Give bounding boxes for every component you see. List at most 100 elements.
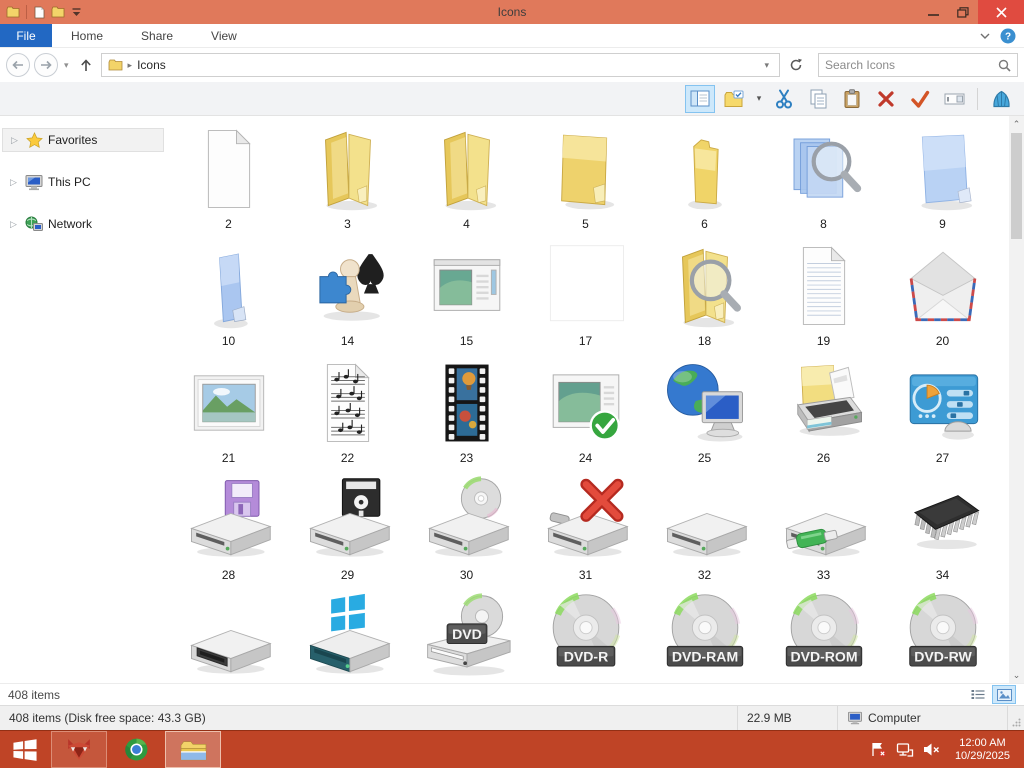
recent-locations-caret-icon[interactable]: ▾ [62, 60, 71, 71]
new-folder-dropdown-icon[interactable]: ▾ [753, 85, 765, 113]
taskbar-clock[interactable]: 12:00 AM 10/29/2025 [949, 737, 1016, 763]
file-item[interactable]: 32 [645, 473, 764, 590]
rename-field-button[interactable] [939, 85, 969, 113]
file-item[interactable]: 10 [169, 239, 288, 356]
scrollbar-thumb[interactable] [1011, 133, 1022, 239]
file-item[interactable]: 4 [407, 122, 526, 239]
help-icon[interactable]: ? [1000, 28, 1016, 44]
file-item-label: 20 [935, 334, 950, 348]
address-dropdown-caret-icon[interactable]: ▾ [760, 60, 773, 71]
sidebar-item-label: Favorites [48, 133, 98, 147]
expand-arrow-icon[interactable]: ▷ [10, 219, 20, 230]
file-item[interactable]: 28 [169, 473, 288, 590]
file-item[interactable]: 21 [169, 356, 288, 473]
file-item[interactable]: 31 [526, 473, 645, 590]
sidebar-item-favorites[interactable]: ▷ Favorites [2, 128, 164, 152]
file-item[interactable]: 19 [764, 239, 883, 356]
action-center-flag-icon[interactable] [870, 741, 887, 758]
apply-check-button[interactable] [905, 85, 935, 113]
vertical-scrollbar[interactable]: ⌃ ⌄ [1009, 116, 1024, 683]
tab-home[interactable]: Home [52, 24, 122, 47]
svg-text:DVD-ROM: DVD-ROM [790, 648, 857, 664]
delete-button[interactable] [871, 85, 901, 113]
network-tray-icon[interactable] [896, 742, 914, 758]
taskbar-browser-button[interactable] [108, 731, 164, 768]
search-box[interactable] [818, 53, 1018, 77]
resize-grip[interactable] [1008, 706, 1024, 730]
new-folder-button[interactable] [719, 85, 749, 113]
file-item[interactable]: 8 [764, 122, 883, 239]
tab-share[interactable]: Share [122, 24, 192, 47]
file-item[interactable]: 33 [764, 473, 883, 590]
file-item[interactable]: 34 [883, 473, 1002, 590]
file-item-label: 4 [463, 217, 470, 231]
file-item[interactable]: 2 [169, 122, 288, 239]
file-item[interactable]: DVD [407, 590, 526, 683]
tab-file[interactable]: File [0, 24, 52, 47]
thumbnail-view-button[interactable] [992, 685, 1016, 704]
minimize-ribbon-chevron-icon[interactable] [980, 33, 990, 39]
properties-icon[interactable] [33, 6, 45, 19]
file-item-label: 19 [816, 334, 831, 348]
file-item[interactable]: 14 [288, 239, 407, 356]
file-item[interactable] [169, 590, 288, 683]
paste-button[interactable] [837, 85, 867, 113]
file-item[interactable]: 29 [288, 473, 407, 590]
svg-text:?: ? [1005, 31, 1011, 42]
dvd-disc-icon: DVD-RW [898, 590, 988, 683]
cut-button[interactable] [769, 85, 799, 113]
file-item[interactable]: 30 [407, 473, 526, 590]
expand-arrow-icon[interactable]: ▷ [11, 135, 21, 146]
drive-cd-icon [422, 473, 512, 567]
file-item[interactable]: DVD-RW [883, 590, 1002, 683]
volume-muted-icon[interactable] [923, 742, 940, 757]
file-item[interactable]: 27 [883, 356, 1002, 473]
up-button[interactable] [75, 54, 97, 76]
details-view-button[interactable] [966, 685, 990, 704]
file-item[interactable]: 6 [645, 122, 764, 239]
scroll-up-icon[interactable]: ⌃ [1009, 116, 1024, 132]
breadcrumb-path[interactable]: Icons [137, 58, 166, 72]
file-item[interactable]: 22 [288, 356, 407, 473]
file-item[interactable]: 3 [288, 122, 407, 239]
file-item[interactable]: 25 [645, 356, 764, 473]
scroll-down-icon[interactable]: ⌄ [1009, 667, 1024, 683]
search-input[interactable] [825, 58, 998, 72]
preview-pane-button[interactable] [685, 84, 715, 113]
tab-view[interactable]: View [192, 24, 256, 47]
folder-open-wide-icon [541, 122, 631, 216]
file-item[interactable]: 26 [764, 356, 883, 473]
address-box[interactable]: ▸ Icons ▾ [100, 53, 780, 77]
file-item[interactable]: 23 [407, 356, 526, 473]
file-item[interactable]: 9 [883, 122, 1002, 239]
file-item[interactable]: 15 [407, 239, 526, 356]
new-folder-icon[interactable] [51, 6, 65, 18]
file-item[interactable]: DVD-R [526, 590, 645, 683]
back-button[interactable] [6, 53, 30, 77]
file-item[interactable]: 18 [645, 239, 764, 356]
file-item[interactable] [288, 590, 407, 683]
shell-button[interactable] [986, 85, 1016, 113]
refresh-button[interactable] [784, 53, 808, 77]
file-item-label: 30 [459, 568, 474, 582]
minimize-button[interactable] [918, 0, 948, 24]
sidebar-item-network[interactable]: ▷ Network [2, 212, 164, 236]
start-button[interactable] [0, 731, 50, 768]
file-item[interactable]: 24 [526, 356, 645, 473]
taskbar-fox-app-button[interactable] [51, 731, 107, 768]
file-item[interactable]: 5 [526, 122, 645, 239]
taskbar-file-explorer-button[interactable] [165, 731, 221, 768]
file-item[interactable]: 17 [526, 239, 645, 356]
file-item[interactable]: DVD-ROM [764, 590, 883, 683]
expand-arrow-icon[interactable]: ▷ [10, 177, 20, 188]
copy-button[interactable] [803, 85, 833, 113]
file-item-label: 31 [578, 568, 593, 582]
sidebar-item-this-pc[interactable]: ▷ This PC [2, 170, 164, 194]
forward-button[interactable] [34, 53, 58, 77]
close-button[interactable] [978, 0, 1024, 24]
search-icon[interactable] [998, 59, 1011, 72]
restore-button[interactable] [948, 0, 978, 24]
file-item[interactable]: 20 [883, 239, 1002, 356]
file-item[interactable]: DVD-RAM [645, 590, 764, 683]
customize-qat-caret-icon[interactable] [71, 7, 82, 17]
